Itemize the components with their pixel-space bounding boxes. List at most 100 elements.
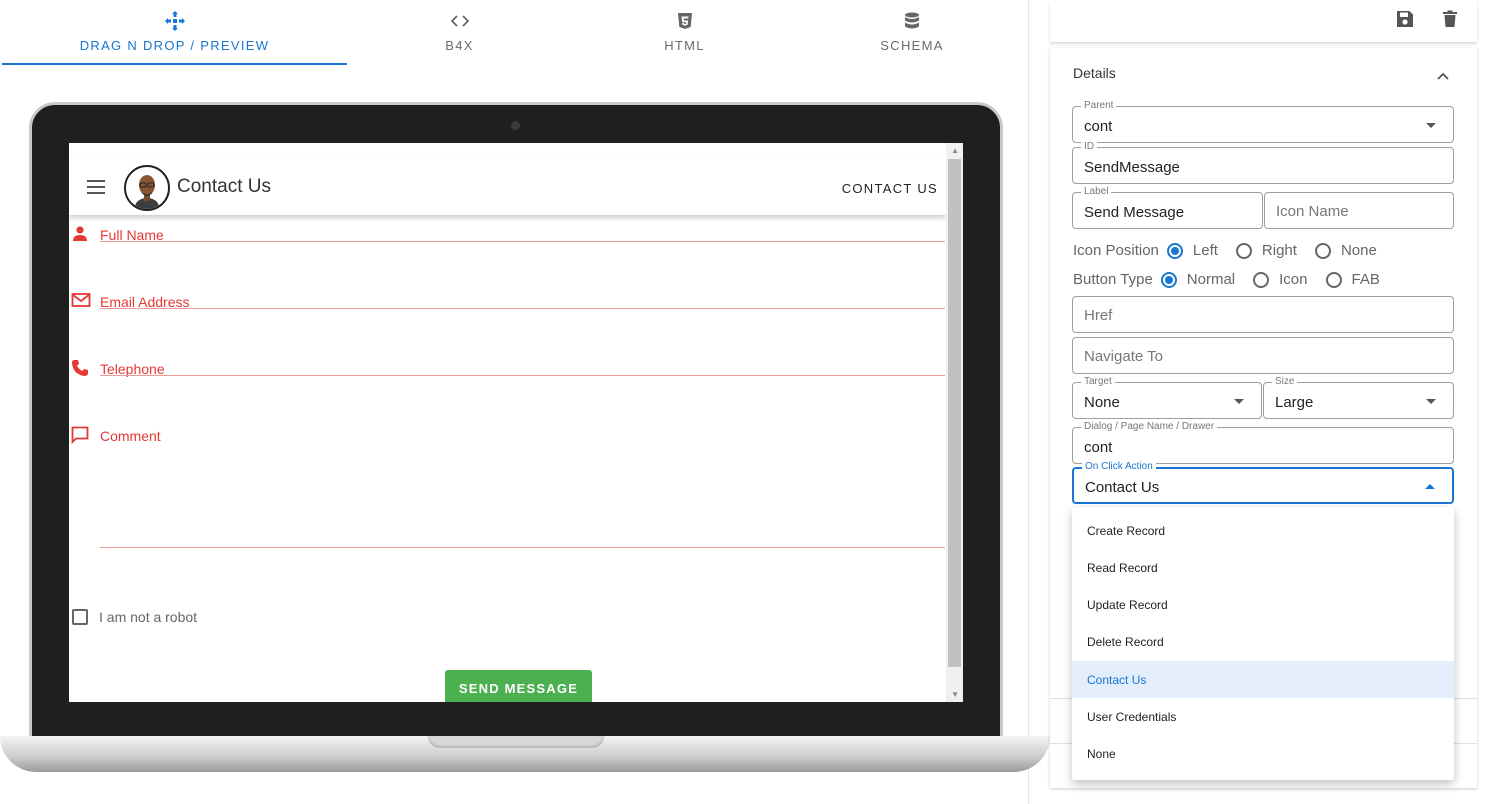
menu-item-create-record[interactable]: Create Record <box>1072 512 1454 549</box>
menu-item-update-record[interactable]: Update Record <box>1072 586 1454 623</box>
icon-name-field[interactable]: Icon Name <box>1264 192 1454 229</box>
tab-label: B4X <box>445 38 474 53</box>
tab-b4x[interactable]: B4X <box>347 0 572 66</box>
phone-icon <box>71 359 91 379</box>
parent-value: cont <box>1084 118 1113 135</box>
field-underline <box>100 241 945 242</box>
size-legend: Size <box>1272 376 1298 388</box>
menu-item-contact-us[interactable]: Contact Us <box>1072 661 1454 698</box>
radio-icon[interactable]: Icon <box>1253 271 1308 288</box>
app-bar: Contact Us CONTACT US <box>69 153 946 215</box>
tab-label: HTML <box>664 38 705 53</box>
label-field[interactable]: Label Send Message <box>1072 186 1263 229</box>
parent-legend: Parent <box>1081 100 1117 112</box>
chevron-up-icon[interactable] <box>1437 67 1449 85</box>
laptop-notch <box>428 736 604 748</box>
navigate-to-field[interactable]: Navigate To <box>1072 337 1454 374</box>
target-legend: Target <box>1081 376 1115 388</box>
radio-unchecked-icon <box>1253 271 1270 288</box>
database-icon <box>904 10 920 32</box>
panel-toolbar <box>1050 0 1477 42</box>
caret-down-icon <box>1426 123 1436 128</box>
field-label: Comment <box>100 428 161 444</box>
preview-scrollbar[interactable]: ▲ ▼ <box>946 143 963 702</box>
radio-normal[interactable]: Normal <box>1160 271 1236 288</box>
camera-dot <box>511 121 520 130</box>
href-field[interactable]: Href <box>1072 296 1454 333</box>
icon-position-group: Icon Position Left Right None <box>1073 242 1395 259</box>
save-icon[interactable] <box>1396 10 1416 30</box>
contact-us-button[interactable]: CONTACT US <box>842 181 938 196</box>
navigate-to-placeholder: Navigate To <box>1084 348 1163 365</box>
details-title: Details <box>1073 65 1116 81</box>
radio-checked-icon <box>1166 242 1183 259</box>
size-value: Large <box>1275 394 1314 411</box>
menu-item-read-record[interactable]: Read Record <box>1072 549 1454 586</box>
comment-icon <box>71 426 91 446</box>
radio-label: FAB <box>1351 271 1380 288</box>
tab-label: SCHEMA <box>880 38 944 53</box>
tab-label: DRAG N DROP / PREVIEW <box>79 38 270 53</box>
app-title: Contact Us <box>177 176 271 197</box>
radio-none[interactable]: None <box>1314 242 1377 259</box>
dialog-page-legend: Dialog / Page Name / Drawer <box>1081 421 1218 433</box>
dialog-page-value: cont <box>1084 439 1113 456</box>
radio-unchecked-icon <box>1235 242 1252 259</box>
robot-checkbox-label: I am not a robot <box>99 609 198 625</box>
radio-label: Icon <box>1279 271 1308 288</box>
drag-drop-icon <box>164 10 185 32</box>
label-value: Send Message <box>1084 204 1185 221</box>
menu-item-delete-record[interactable]: Delete Record <box>1072 623 1454 660</box>
delete-icon[interactable] <box>1442 10 1462 30</box>
target-select[interactable]: Target None <box>1072 376 1262 419</box>
robot-checkbox-row[interactable]: I am not a robot <box>72 609 197 625</box>
scroll-up-icon[interactable]: ▲ <box>951 146 959 155</box>
robot-checkbox[interactable] <box>72 609 88 625</box>
label-legend: Label <box>1081 186 1112 198</box>
person-icon <box>71 225 91 245</box>
scroll-thumb[interactable] <box>948 159 961 667</box>
field-underline <box>100 375 945 376</box>
caret-down-icon <box>1426 399 1436 404</box>
send-message-button[interactable]: SEND MESSAGE <box>445 670 592 702</box>
radio-checked-icon <box>1160 271 1177 288</box>
on-click-action-menu: Create Record Read Record Update Record … <box>1072 507 1454 780</box>
dialog-page-field[interactable]: Dialog / Page Name / Drawer cont <box>1072 421 1454 464</box>
radio-right[interactable]: Right <box>1235 242 1297 259</box>
caret-down-icon <box>1234 399 1244 404</box>
caret-up-icon <box>1425 484 1435 489</box>
radio-unchecked-icon <box>1325 271 1342 288</box>
field-underline <box>100 308 945 309</box>
id-field[interactable]: ID SendMessage <box>1072 141 1454 184</box>
radio-label: Normal <box>1186 271 1236 288</box>
target-value: None <box>1084 394 1120 411</box>
radio-fab[interactable]: FAB <box>1325 271 1380 288</box>
radio-label: None <box>1340 242 1377 259</box>
parent-select[interactable]: Parent cont <box>1072 100 1454 143</box>
radio-label: Left <box>1192 242 1218 259</box>
vertical-divider <box>1028 0 1029 804</box>
menu-icon[interactable] <box>87 180 105 198</box>
button-type-label: Button Type <box>1073 271 1153 288</box>
on-click-legend: On Click Action <box>1082 461 1156 473</box>
field-underline <box>100 547 945 548</box>
on-click-action-select[interactable]: On Click Action Contact Us <box>1072 461 1454 504</box>
preview-screen: Contact Us CONTACT US Full Name Email Ad… <box>69 143 963 702</box>
email-icon <box>71 292 91 312</box>
menu-item-user-credentials[interactable]: User Credentials <box>1072 698 1454 735</box>
radio-left[interactable]: Left <box>1166 242 1218 259</box>
tab-html[interactable]: HTML <box>572 0 797 66</box>
on-click-value: Contact Us <box>1085 479 1160 496</box>
id-value: SendMessage <box>1084 159 1180 176</box>
tab-bar: DRAG N DROP / PREVIEW B4X HTML SCHEMA <box>0 0 1028 66</box>
size-select[interactable]: Size Large <box>1263 376 1454 419</box>
icon-name-placeholder: Icon Name <box>1276 203 1349 220</box>
tab-schema[interactable]: SCHEMA <box>797 0 1027 66</box>
tab-drag-n-drop[interactable]: DRAG N DROP / PREVIEW <box>2 0 347 66</box>
button-type-group: Button Type Normal Icon FAB <box>1073 271 1398 288</box>
scroll-down-icon[interactable]: ▼ <box>951 690 959 699</box>
html5-icon <box>677 10 693 32</box>
id-legend: ID <box>1081 141 1097 153</box>
icon-position-label: Icon Position <box>1073 242 1159 259</box>
menu-item-none[interactable]: None <box>1072 735 1454 772</box>
